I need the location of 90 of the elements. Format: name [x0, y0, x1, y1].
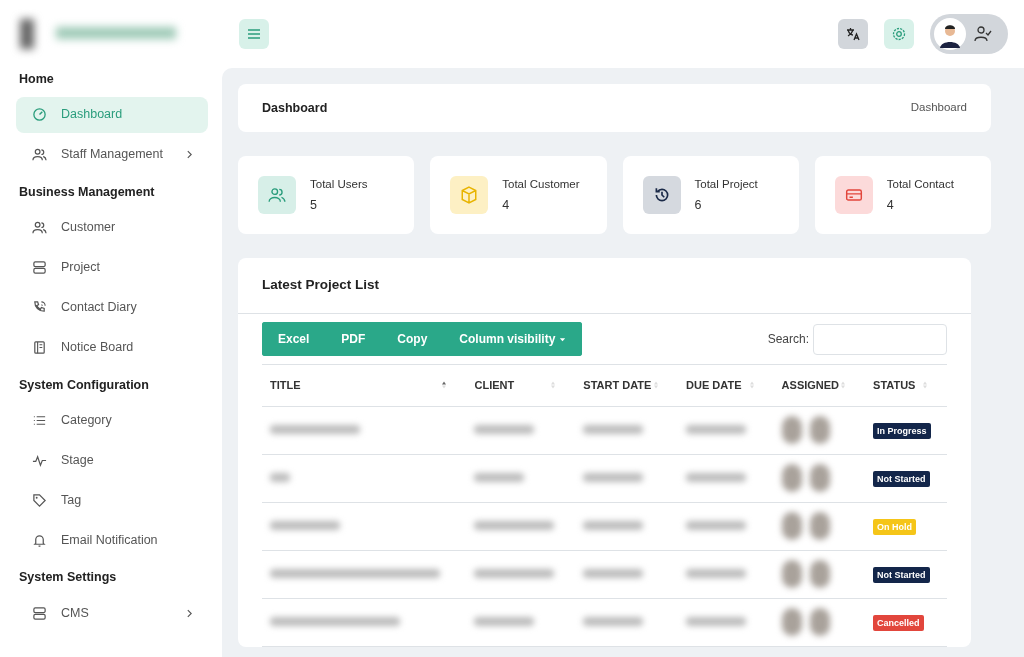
- status-badge: In Progress: [873, 423, 931, 439]
- blurred-text: [686, 617, 747, 626]
- menu-icon: [247, 28, 261, 40]
- credit-card-icon: [844, 186, 863, 204]
- server-icon: [32, 605, 47, 621]
- translate-button[interactable]: [838, 19, 868, 49]
- tag-icon: [32, 492, 47, 508]
- translate-icon: [846, 27, 860, 41]
- blurred-text: [686, 521, 747, 530]
- blurred-text: [474, 473, 525, 482]
- column-header[interactable]: START DATE: [575, 364, 679, 406]
- column-header[interactable]: CLIENT: [466, 364, 576, 406]
- table-row[interactable]: Not Started: [262, 550, 947, 598]
- blurred-text: [686, 473, 747, 482]
- blurred-text: [474, 425, 535, 434]
- search-label: Search:: [767, 331, 809, 348]
- server-icon: [32, 260, 47, 275]
- box-icon: [460, 186, 479, 204]
- blurred-text: [583, 569, 644, 578]
- stat-label: Total Users: [310, 176, 368, 192]
- blurred-avatar: [809, 464, 830, 492]
- breadcrumb-link[interactable]: Dashboard: [910, 99, 967, 117]
- stat-label: Total Project: [694, 176, 758, 192]
- blurred-avatar: [809, 560, 830, 588]
- user-check-icon: [974, 25, 992, 43]
- column-header[interactable]: TITLE: [262, 364, 467, 406]
- column-header[interactable]: DUE DATE: [678, 364, 774, 406]
- column-header[interactable]: ASSIGNED: [773, 364, 866, 406]
- bell-icon: [32, 532, 47, 548]
- page-title: Dashboard: [262, 99, 328, 117]
- dashboard-icon: [32, 107, 47, 123]
- stat-value: 4: [502, 196, 511, 214]
- status-badge: On Hold: [873, 519, 917, 535]
- sidebar-item[interactable]: Email Notification: [16, 522, 208, 559]
- stat-label: Total Customer: [502, 176, 580, 192]
- stat-value: 5: [310, 196, 318, 214]
- blurred-avatar: [781, 560, 802, 588]
- blurred-text: [270, 473, 290, 482]
- search-field[interactable]: [813, 323, 947, 355]
- section-heading: System Settings: [19, 569, 118, 587]
- sidebar-item[interactable]: Staff Management: [16, 136, 208, 173]
- sidebar-item[interactable]: Customer: [16, 209, 208, 246]
- notebook-icon: [32, 340, 47, 355]
- profile-button[interactable]: [930, 14, 1008, 54]
- sidebar-item[interactable]: Tag: [16, 482, 208, 519]
- blurred-avatar: [781, 416, 802, 444]
- users-icon: [268, 186, 286, 204]
- users-icon: [32, 220, 47, 235]
- status-badge: Not Started: [873, 567, 930, 583]
- blurred-avatar: [809, 512, 830, 540]
- blurred-avatar: [781, 512, 802, 540]
- blurred-text: [686, 569, 747, 578]
- blurred-avatar: [809, 416, 830, 444]
- sidebar-item[interactable]: Contact Diary: [16, 289, 208, 326]
- stat-value: 4: [886, 196, 895, 214]
- sidebar-item[interactable]: Stage: [16, 442, 208, 479]
- column-header[interactable]: STATUS: [865, 364, 947, 406]
- settings-icon: [891, 26, 907, 42]
- section-heading: Business Management: [19, 183, 156, 201]
- status-badge: Not Started: [873, 471, 930, 487]
- avatar-icon: [934, 18, 966, 50]
- blurred-text: [583, 617, 644, 626]
- blurred-text: [583, 521, 644, 530]
- status-badge: Cancelled: [873, 615, 924, 631]
- sidebar-item[interactable]: CMS: [16, 595, 208, 631]
- blurred-text: [270, 521, 340, 530]
- card-title: Latest Project List: [262, 276, 380, 295]
- blurred-text: [583, 473, 644, 482]
- section-heading: System Configuration: [19, 376, 150, 394]
- table-row[interactable]: Cancelled: [262, 598, 947, 646]
- stat-value: 6: [694, 196, 703, 214]
- stat-label: Total Contact: [886, 176, 954, 192]
- settings-button[interactable]: [884, 19, 914, 49]
- table-row[interactable]: Not Started: [262, 454, 947, 502]
- blurred-avatar: [809, 608, 830, 636]
- blurred-avatar: [781, 464, 802, 492]
- table-row[interactable]: In Progress: [262, 406, 947, 454]
- blurred-avatar: [781, 608, 802, 636]
- blurred-text: [583, 425, 644, 434]
- sidebar-item[interactable]: Category: [16, 402, 208, 439]
- sidebar-item[interactable]: Notice Board: [16, 329, 208, 366]
- menu-button[interactable]: [239, 19, 269, 49]
- caret-down-icon: [559, 335, 567, 343]
- blurred-text: [686, 425, 747, 434]
- phone-icon: [32, 300, 47, 315]
- blurred-text: [474, 617, 535, 626]
- sidebar-item[interactable]: Project: [16, 249, 208, 286]
- users-icon: [32, 147, 47, 163]
- pulse-icon: [32, 452, 47, 468]
- section-heading: Home: [19, 71, 55, 88]
